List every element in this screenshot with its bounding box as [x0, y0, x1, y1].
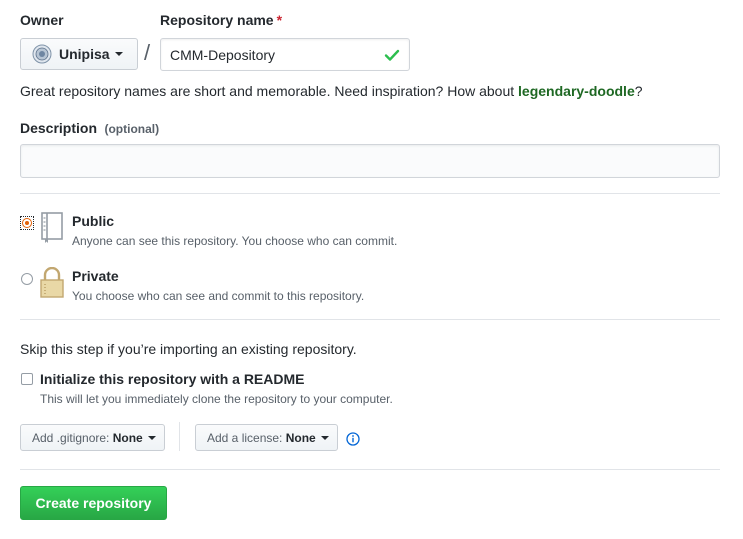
readme-checkbox[interactable] — [21, 373, 33, 385]
owner-dropdown[interactable]: Unipisa — [20, 38, 138, 70]
path-separator: / — [144, 40, 151, 65]
check-icon — [384, 47, 400, 68]
description-label: Description (optional) — [20, 120, 159, 138]
public-title: Public — [72, 213, 115, 229]
public-note: Anyone can see this repository. You choo… — [72, 234, 398, 248]
public-radio[interactable] — [20, 216, 34, 230]
readme-note: This will let you immediately clone the … — [40, 392, 393, 406]
divider — [20, 469, 720, 470]
gitignore-prefix: Add .gitignore: — [32, 430, 113, 445]
org-seal-icon — [32, 44, 52, 64]
hint-suffix: ? — [634, 83, 643, 99]
info-icon[interactable] — [346, 432, 360, 451]
owner-name: Unipisa — [59, 46, 110, 62]
private-note: You choose who can see and commit to thi… — [72, 289, 365, 303]
repo-name-label-text: Repository name — [160, 12, 274, 28]
chevron-down-icon — [320, 435, 329, 440]
private-radio[interactable] — [21, 273, 33, 285]
hint-prefix: Great repository names are short and mem… — [20, 83, 519, 99]
license-value: None — [285, 430, 316, 445]
create-repository-button[interactable]: Create repository — [20, 486, 167, 520]
owner-label: Owner — [20, 12, 64, 28]
gitignore-dropdown[interactable]: Add .gitignore: None — [20, 424, 165, 451]
chevron-down-icon — [114, 52, 123, 56]
lock-icon — [39, 266, 65, 304]
repo-name-input[interactable]: CMM-Depository — [160, 38, 410, 71]
optional-tag: (optional) — [104, 122, 160, 136]
vertical-divider — [179, 422, 180, 451]
divider — [20, 319, 720, 320]
suggestion-link[interactable]: legendary-doodle — [518, 83, 635, 99]
license-dropdown[interactable]: Add a license: None — [195, 424, 338, 451]
gitignore-value: None — [112, 430, 143, 445]
chevron-down-icon — [147, 435, 156, 440]
repo-name-value: CMM-Depository — [170, 47, 276, 63]
skip-text: Skip this step if you’re importing an ex… — [20, 341, 357, 357]
license-prefix: Add a license: — [207, 430, 286, 445]
description-label-text: Description — [20, 120, 98, 136]
readme-label[interactable]: Initialize this repository with a README — [40, 371, 304, 387]
description-input[interactable] — [20, 144, 720, 178]
private-title: Private — [72, 268, 119, 284]
repo-book-icon — [40, 212, 64, 249]
name-hint: Great repository names are short and mem… — [20, 83, 643, 99]
repo-name-label: Repository name * — [160, 12, 282, 28]
required-mark: * — [276, 12, 283, 28]
divider — [20, 193, 720, 194]
